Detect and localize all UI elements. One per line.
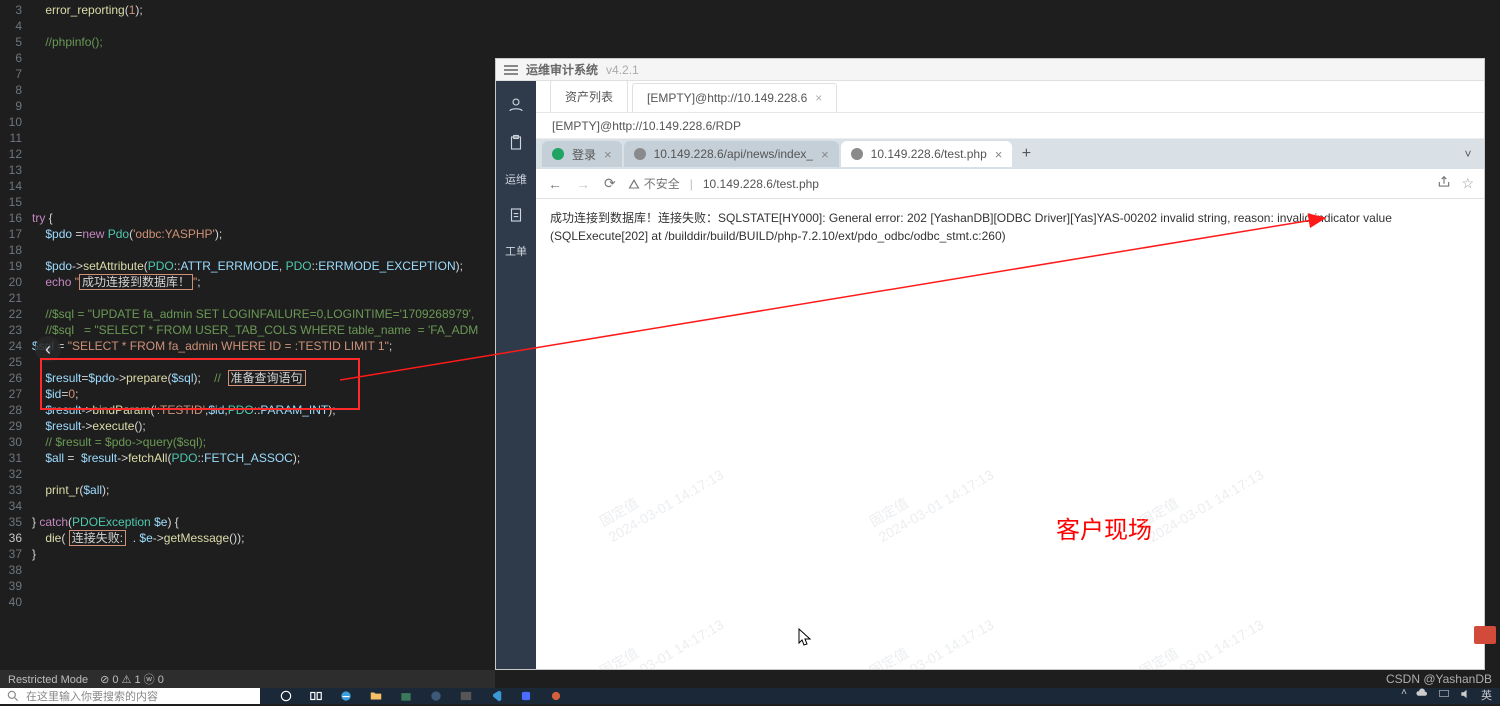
bastion-title: 运维审计系统: [526, 61, 598, 78]
page-text: 成功连接到数据库！连接失败：SQLSTATE[HY000]: General e…: [550, 209, 1470, 245]
chrome-tab[interactable]: 10.149.228.6/api/news/index_×: [624, 141, 839, 167]
nav-forward-icon[interactable]: →: [574, 176, 592, 192]
bastion-titlebar: 运维审计系统 v4.2.1: [496, 59, 1484, 81]
status-problems[interactable]: ⊘ 0 ⚠ 1 ⓦ 0: [100, 670, 164, 690]
chrome-tabstrip: 登录×10.149.228.6/api/news/index_×10.149.2…: [536, 139, 1484, 169]
tray-volume-icon[interactable]: [1459, 687, 1473, 706]
hamburger-icon[interactable]: [504, 65, 518, 75]
chrome-addressbar: ← → ⟳ 不安全 | 10.149.228.6/test.php ☆: [536, 169, 1484, 199]
taskbar-search[interactable]: 在这里输入你要搜索的内容: [0, 688, 260, 704]
windows-taskbar: 在这里输入你要搜索的内容 ˄ 英: [0, 688, 1500, 704]
chrome-tab[interactable]: 登录×: [542, 141, 622, 167]
chrome-tab[interactable]: 10.149.228.6/test.php×: [841, 141, 1013, 167]
chrome-browser: 登录×10.149.228.6/api/news/index_×10.149.2…: [536, 139, 1484, 669]
chevron-down-icon[interactable]: ˅: [1458, 144, 1478, 164]
app-icon-3[interactable]: [548, 689, 564, 703]
clipboard-icon[interactable]: [506, 133, 526, 153]
favicon: [634, 148, 646, 160]
annotation-customer-site: 客户现场: [1056, 519, 1152, 543]
mouse-cursor-icon: [798, 628, 812, 648]
code-editor: 3456789101112131415161718192021222324252…: [0, 0, 495, 670]
warning-icon: [628, 178, 640, 190]
close-icon[interactable]: ×: [604, 147, 612, 162]
tray-network-icon[interactable]: [1437, 687, 1451, 706]
favicon: [552, 148, 564, 160]
url-text[interactable]: 10.149.228.6/test.php: [703, 177, 1428, 191]
tray-up-icon[interactable]: ˄: [1401, 687, 1407, 706]
code-area[interactable]: error_reporting(1); //phpinfo();try { $p…: [32, 2, 497, 610]
line-gutter: 3456789101112131415161718192021222324252…: [0, 0, 30, 670]
insecure-badge: 不安全: [628, 175, 680, 192]
csdn-watermark: CSDN @YashanDB: [1386, 672, 1492, 686]
tray-cloud-icon[interactable]: [1415, 687, 1429, 706]
ops-label[interactable]: 运维: [505, 171, 527, 187]
back-chevron-icon[interactable]: ‹: [35, 336, 61, 362]
desktop-folder-icon[interactable]: [1474, 626, 1496, 644]
terminal-icon[interactable]: [458, 689, 474, 703]
cortana-icon[interactable]: [278, 689, 294, 703]
bastion-breadcrumb: [EMPTY]@http://10.149.228.6/RDP: [536, 113, 1484, 139]
close-icon[interactable]: ×: [815, 91, 822, 105]
bastion-sidebar: 运维工单: [496, 81, 536, 669]
explorer-icon[interactable]: [368, 689, 384, 703]
search-icon: [6, 689, 20, 703]
nav-reload-icon[interactable]: ⟳: [602, 175, 618, 192]
new-tab-button[interactable]: +: [1014, 142, 1038, 166]
taskbar-apps: [278, 689, 564, 703]
vscode-icon[interactable]: [488, 689, 504, 703]
close-icon[interactable]: ×: [821, 147, 829, 162]
store-icon[interactable]: [398, 689, 414, 703]
taskbar-tray: ˄ 英: [1401, 687, 1500, 706]
bastion-tab[interactable]: [EMPTY]@http://10.149.228.6×: [632, 83, 837, 112]
bastion-tabs: 资产列表[EMPTY]@http://10.149.228.6×: [536, 81, 1484, 113]
bastion-window: 运维审计系统 v4.2.1 运维工单 资产列表[EMPTY]@http://10…: [495, 58, 1485, 670]
user-icon[interactable]: [506, 95, 526, 115]
tray-ime-icon[interactable]: 英: [1481, 687, 1492, 706]
close-icon[interactable]: ×: [995, 147, 1003, 162]
nav-back-icon[interactable]: ←: [546, 176, 564, 192]
editor-statusbar: Restricted Mode ⊘ 0 ⚠ 1 ⓦ 0: [0, 670, 495, 690]
star-icon[interactable]: ☆: [1461, 175, 1474, 192]
taskview-icon[interactable]: [308, 689, 324, 703]
bastion-version: v4.2.1: [606, 63, 639, 77]
status-restricted[interactable]: Restricted Mode: [8, 670, 88, 690]
chrome-page: 成功连接到数据库！连接失败：SQLSTATE[HY000]: General e…: [536, 199, 1484, 669]
workorder-label[interactable]: 工单: [505, 243, 527, 259]
favicon: [851, 148, 863, 160]
share-icon[interactable]: [1437, 175, 1451, 192]
app-icon-2[interactable]: [518, 689, 534, 703]
app-icon-1[interactable]: [428, 689, 444, 703]
paste-icon[interactable]: [506, 205, 526, 225]
bastion-tab[interactable]: 资产列表: [550, 80, 628, 112]
ie-icon[interactable]: [338, 689, 354, 703]
